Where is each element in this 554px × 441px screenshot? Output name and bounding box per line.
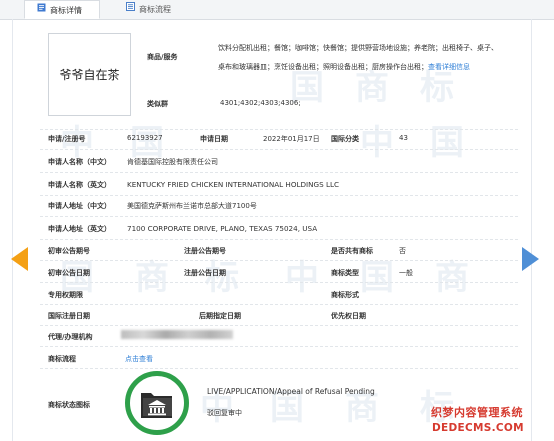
divider bbox=[40, 260, 518, 261]
app-date-label: 申请日期 bbox=[200, 135, 228, 143]
divider bbox=[40, 282, 518, 283]
divider bbox=[40, 149, 518, 150]
tm-form-label: 商标形式 bbox=[331, 291, 359, 299]
applicant-en-value: KENTUCKY FRIED CHICKEN INTERNATIONAL HOL… bbox=[127, 180, 339, 189]
address-en-value: 7100 CORPORATE DRIVE, PLANO, TEXAS 75024… bbox=[127, 224, 318, 233]
next-arrow-icon[interactable] bbox=[522, 247, 539, 271]
divider bbox=[40, 129, 518, 130]
view-process-link[interactable]: 点击查看 bbox=[125, 354, 153, 364]
tab-label: 商标流程 bbox=[139, 5, 171, 14]
status-icon-label: 商标状态图标 bbox=[48, 401, 90, 409]
agent-label: 代理/办理机构 bbox=[48, 333, 93, 341]
later-date-label: 后期指定日期 bbox=[199, 312, 241, 320]
address-cn-value: 美国德克萨斯州布兰诺市总部大道7100号 bbox=[127, 202, 257, 210]
intl-reg-date-label: 国际注册日期 bbox=[48, 312, 90, 320]
applicant-en-label: 申请人名称（英文） bbox=[48, 181, 111, 189]
address-cn-label: 申请人地址（中文） bbox=[48, 202, 111, 210]
shared-value: 否 bbox=[399, 247, 406, 255]
applicant-cn-label: 申请人名称（中文） bbox=[48, 158, 111, 166]
app-date-value: 2022年01月17日 bbox=[263, 135, 320, 143]
goods-services-line2: 桌布和玻璃器皿；烹饪设备出租；照明设备出租；厨房操作台出租； bbox=[218, 63, 428, 71]
reg-no-value: 62193927 bbox=[127, 134, 163, 142]
divider bbox=[40, 239, 518, 240]
goods-services-label: 商品/服务 bbox=[147, 53, 178, 61]
tab-trademark-details[interactable]: 商标详情 bbox=[24, 0, 100, 19]
similar-group-value: 4301;4302;4303;4306; bbox=[220, 99, 301, 107]
status-seal-icon bbox=[125, 371, 189, 435]
divider bbox=[40, 216, 518, 217]
divider bbox=[40, 304, 518, 305]
divider bbox=[40, 346, 518, 347]
exclusive-period-label: 专用权期限 bbox=[48, 291, 83, 299]
trademark-image: 爷爷自在茶 bbox=[48, 33, 131, 116]
previous-arrow-icon[interactable] bbox=[11, 247, 28, 271]
prelim-pub-no-label: 初审公告期号 bbox=[48, 247, 90, 255]
address-en-label: 申请人地址（英文） bbox=[48, 225, 111, 233]
reg-pub-date-label: 注册公告日期 bbox=[184, 269, 226, 277]
trademark-text: 爷爷自在茶 bbox=[59, 68, 120, 82]
divider bbox=[40, 172, 518, 173]
view-details-link[interactable]: 查看详细信息 bbox=[428, 63, 470, 71]
document-icon bbox=[37, 0, 46, 19]
site-watermark-line1: 织梦内容管理系统 bbox=[431, 406, 523, 419]
divider bbox=[40, 368, 518, 369]
intl-class-value: 43 bbox=[399, 134, 408, 142]
tab-bar: 商标详情 商标流程 bbox=[0, 0, 554, 20]
status-en-text: LIVE/APPLICATION/Appeal of Refusal Pendi… bbox=[207, 387, 375, 396]
tm-type-value: 一般 bbox=[399, 269, 413, 277]
similar-group-label: 类似群 bbox=[147, 100, 168, 108]
tab-label: 商标详情 bbox=[50, 6, 82, 15]
priority-date-label: 优先权日期 bbox=[331, 312, 366, 320]
tab-trademark-process[interactable]: 商标流程 bbox=[118, 0, 198, 19]
flow-label: 商标流程 bbox=[48, 355, 76, 363]
goods-services-line1: 饮料分配机出租；餐馆；咖啡馆；快餐馆；提供野营场地设施；养老院；出租椅子、桌子、 bbox=[218, 44, 498, 52]
list-icon bbox=[126, 0, 135, 18]
prelim-pub-date-label: 初审公告日期 bbox=[48, 269, 90, 277]
site-watermark-line2: DEDECMS.COM bbox=[432, 422, 524, 434]
applicant-cn-value: 肯德基国际控股有限责任公司 bbox=[127, 158, 218, 166]
intl-class-label: 国际分类 bbox=[331, 135, 359, 143]
site-watermark: 织梦内容管理系统 DEDECMS.COM bbox=[431, 402, 554, 441]
divider bbox=[40, 195, 518, 196]
reg-pub-no-label: 注册公告期号 bbox=[184, 247, 226, 255]
goods-services-line2-container: 桌布和玻璃器皿；烹饪设备出租；照明设备出租；厨房操作台出租；查看详细信息 bbox=[218, 62, 470, 72]
status-cn-text: 驳回复审中 bbox=[207, 409, 242, 417]
reg-no-label: 申请/注册号 bbox=[48, 135, 86, 143]
folder-building-icon bbox=[141, 393, 172, 418]
divider bbox=[40, 325, 518, 326]
agent-value-redacted bbox=[121, 330, 233, 339]
shared-label: 是否共有商标 bbox=[331, 247, 373, 255]
tm-type-label: 商标类型 bbox=[331, 269, 359, 277]
